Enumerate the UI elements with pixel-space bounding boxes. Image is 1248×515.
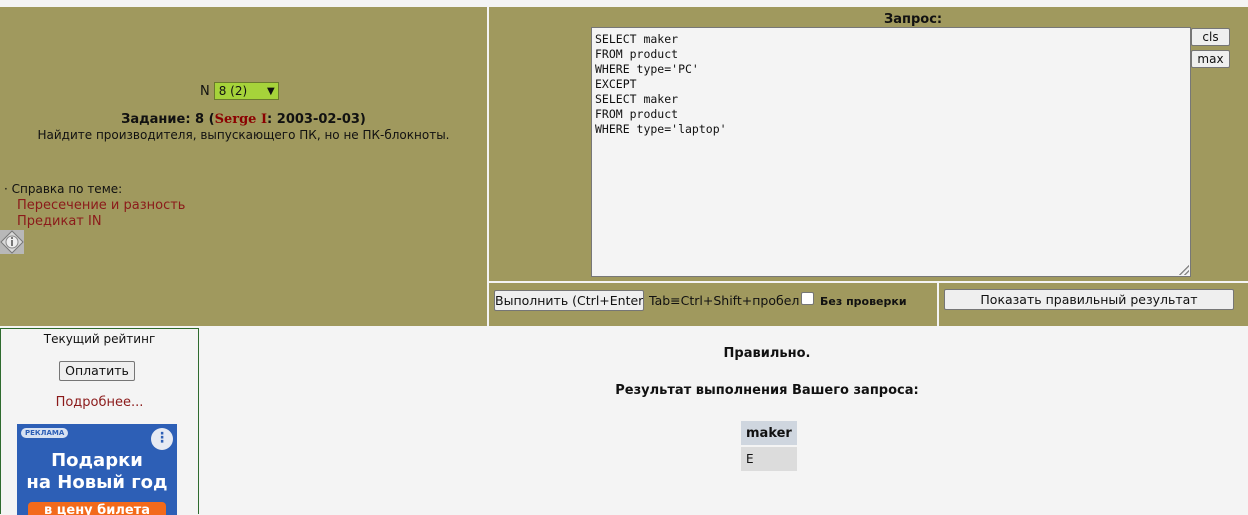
execute-panel: Выполнить (Ctrl+Enter) Tab≡Ctrl+Shift+пр… bbox=[489, 283, 937, 326]
task-title-prefix: Задание: 8 ( bbox=[121, 112, 215, 127]
query-panel: Запрос: SELECT maker FROM product WHERE … bbox=[489, 7, 1248, 281]
result-status: Правильно. bbox=[723, 346, 811, 361]
ad-badge: РЕКЛАМА bbox=[21, 428, 69, 438]
rating-panel: Текущий рейтинг Оплатить Подробнее... РЕ… bbox=[0, 328, 199, 515]
chevron-down-icon: ▼ bbox=[267, 86, 275, 97]
ad-headline-1: Подарки bbox=[51, 450, 143, 471]
resize-grip-icon[interactable] bbox=[1179, 265, 1189, 275]
task-number-select-value: 8 (2) bbox=[218, 84, 248, 98]
help-title: · Справка по теме: bbox=[4, 182, 123, 196]
task-title: Задание: 8 (Serge I: 2003-02-03) bbox=[0, 112, 487, 127]
show-result-panel: Показать правильный результат bbox=[939, 283, 1248, 326]
result-table: maker E bbox=[741, 421, 797, 471]
query-label: Запрос: bbox=[884, 12, 943, 27]
table-cell: E bbox=[741, 445, 797, 471]
task-title-suffix: : 2003-02-03) bbox=[267, 112, 366, 127]
query-textarea[interactable]: SELECT maker FROM product WHERE type='PC… bbox=[591, 27, 1191, 277]
table-row: E bbox=[741, 445, 797, 471]
more-link[interactable]: Подробнее... bbox=[1, 395, 198, 410]
no-check-checkbox[interactable] bbox=[801, 292, 814, 305]
top-border bbox=[0, 0, 1248, 6]
pay-button[interactable]: Оплатить bbox=[59, 361, 135, 381]
info-icon[interactable] bbox=[0, 230, 24, 254]
result-title: Результат выполнения Вашего запроса: bbox=[615, 383, 919, 398]
no-check-label: Без проверки bbox=[820, 295, 907, 308]
tab-hint: Tab≡Ctrl+Shift+пробел bbox=[649, 293, 800, 308]
rating-title: Текущий рейтинг bbox=[43, 332, 156, 346]
column-header-maker: maker bbox=[741, 421, 797, 445]
ad-headline-2: на Новый год bbox=[26, 472, 168, 493]
ad-cta: в цену билета bbox=[28, 502, 166, 515]
task-description: Найдите производителя, выпускающего ПК, … bbox=[37, 128, 450, 142]
task-number-row: N 8 (2) ▼ bbox=[200, 82, 279, 100]
task-author: Serge I bbox=[214, 112, 268, 127]
task-number-select[interactable]: 8 (2) ▼ bbox=[213, 82, 279, 100]
show-correct-result-button[interactable]: Показать правильный результат bbox=[944, 289, 1234, 310]
table-header-row: maker bbox=[741, 421, 797, 445]
help-link-in-predicate[interactable]: Предикат IN bbox=[17, 214, 102, 229]
ad-banner[interactable]: РЕКЛАМА ⋮ Подарки на Новый год в цену би… bbox=[17, 424, 177, 515]
help-link-intersection[interactable]: Пересечение и разность bbox=[17, 198, 185, 213]
execute-button[interactable]: Выполнить (Ctrl+Enter) bbox=[494, 290, 644, 311]
task-panel: N 8 (2) ▼ Задание: 8 (Serge I: 2003-02-0… bbox=[0, 7, 487, 326]
more-options-icon[interactable]: ⋮ bbox=[151, 428, 173, 450]
clear-button[interactable]: cls bbox=[1191, 28, 1230, 46]
maximize-button[interactable]: max bbox=[1191, 50, 1230, 68]
task-number-label: N bbox=[200, 83, 210, 99]
